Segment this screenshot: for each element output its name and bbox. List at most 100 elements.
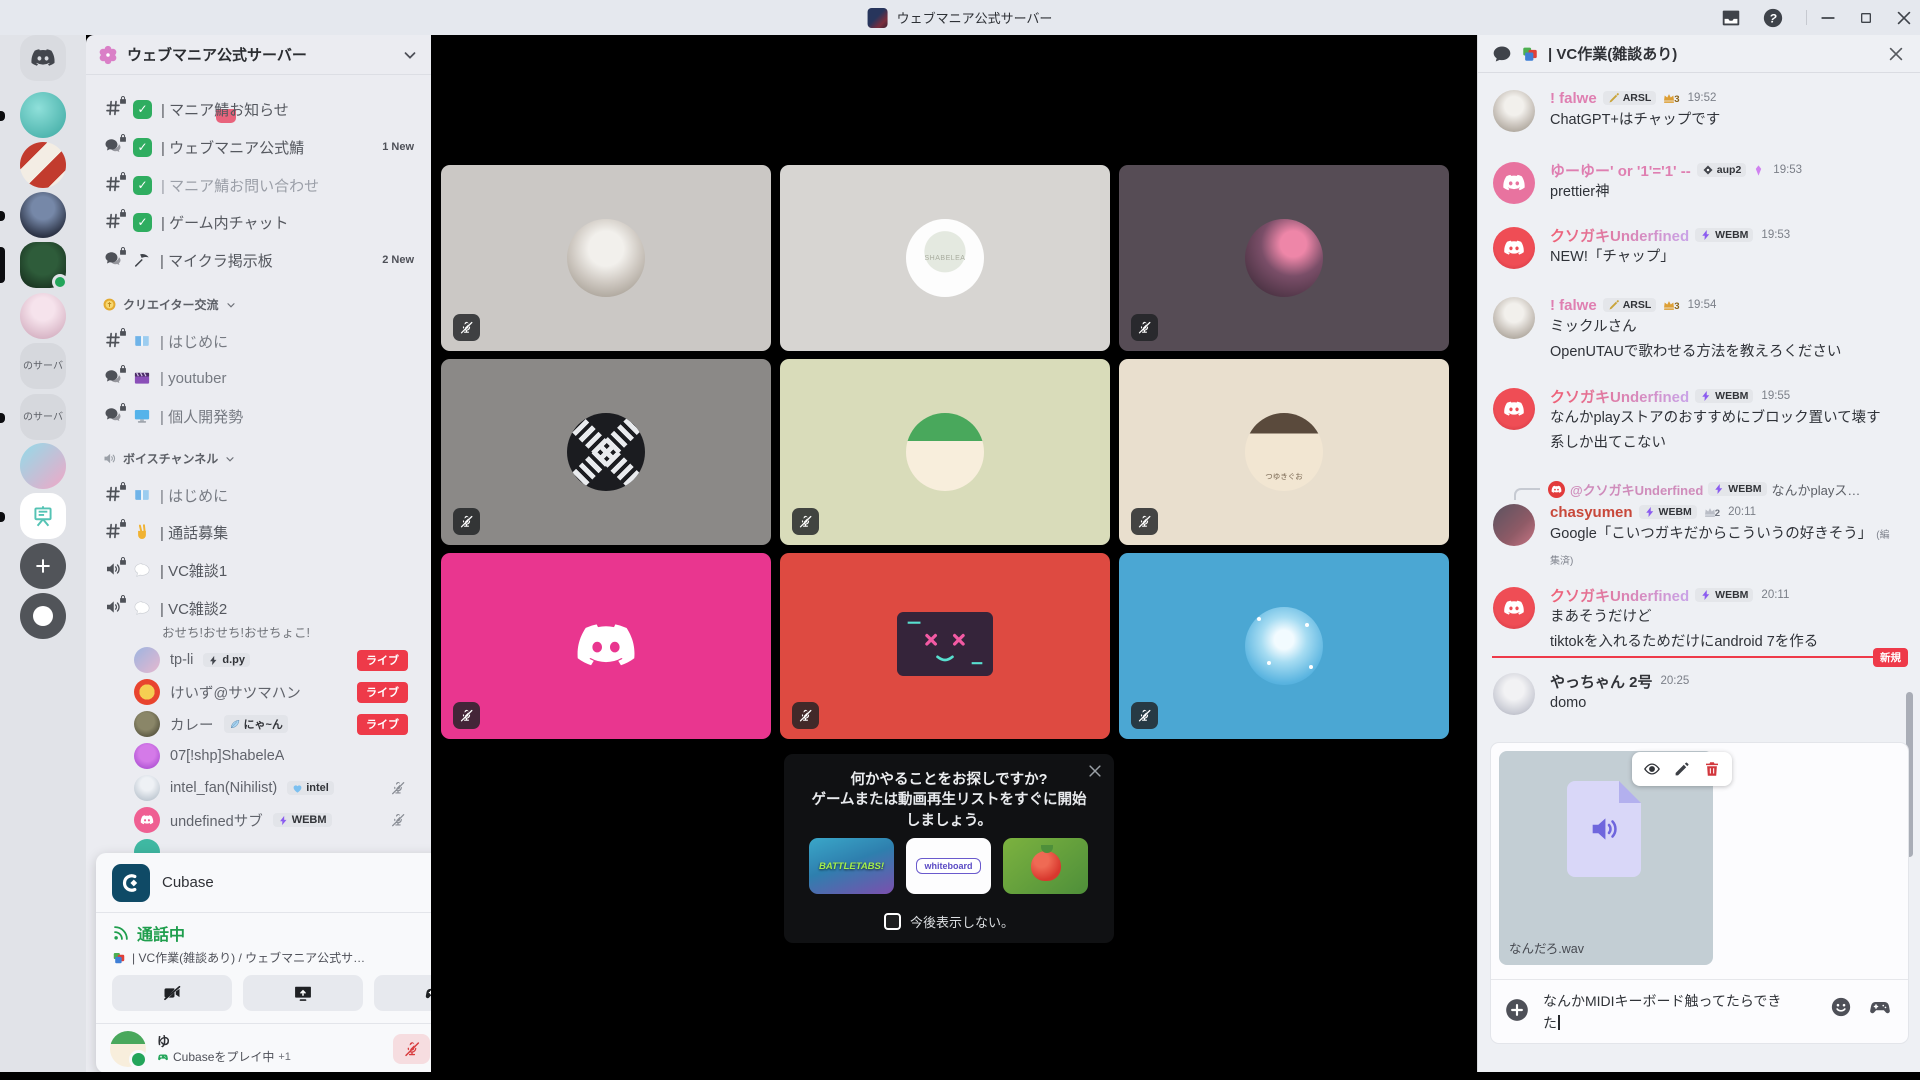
server-icon-6[interactable] [20, 493, 66, 539]
avatar[interactable] [1493, 673, 1535, 715]
channel-call-recruit[interactable]: | 通話募集 [94, 515, 424, 549]
activity-button[interactable] [374, 975, 431, 1011]
camera-button[interactable] [112, 975, 232, 1011]
discord-logo-icon [1503, 398, 1525, 420]
server-icon-3[interactable] [20, 192, 66, 238]
message-text: tiktokを入れるためだけにandroid 7を作る [1550, 630, 1895, 655]
video-tile-3[interactable] [1119, 165, 1449, 351]
video-tile-falwe[interactable] [441, 165, 771, 351]
arsl-badge: ARSL [1603, 298, 1657, 312]
message-author[interactable]: ! falwe [1550, 90, 1597, 107]
reply-context[interactable]: @クソガキUnderfined WEBM なんかplayス… [1478, 478, 1920, 500]
server-folder-1[interactable]: のサーバ [20, 343, 66, 389]
server-icon-active[interactable] [20, 242, 66, 288]
voice-user-shabelea[interactable]: 07[!shp]ShabeleA [126, 741, 422, 771]
channel-youtuber[interactable]: | youtuber [94, 361, 424, 395]
discord-logo-icon [30, 45, 56, 71]
server-icon-4[interactable] [20, 293, 66, 339]
check-icon [133, 138, 152, 157]
server-icon-5[interactable] [20, 443, 66, 489]
user-avatar[interactable] [110, 1031, 146, 1067]
delete-icon[interactable] [1703, 760, 1721, 778]
reply-author[interactable]: @クソガキUnderfined [1570, 480, 1703, 499]
edit-icon[interactable] [1673, 760, 1691, 778]
video-tile-8[interactable] [780, 553, 1110, 739]
channel-voice-hajimeni[interactable]: | はじめに [94, 478, 424, 512]
avatar[interactable] [1493, 162, 1535, 204]
checkbox[interactable] [884, 913, 901, 930]
message-author[interactable]: クソガキUnderfined [1550, 585, 1689, 606]
close-chat-icon[interactable] [1886, 44, 1906, 64]
channel-mania-announce[interactable]: | マニア鯖お知らせ [94, 92, 424, 126]
category-creator[interactable]: クリエイター交流 [102, 296, 237, 313]
server-header[interactable]: ウェブマニア公式サーバー [86, 35, 431, 75]
voice-user-intel-fan[interactable]: intel_fan(Nihilist) intel [126, 773, 422, 803]
channel-webmania-official[interactable]: | ウェブマニア公式鯖 1 New [94, 130, 424, 164]
minimize-button[interactable] [1818, 8, 1838, 28]
avatar[interactable] [1493, 388, 1535, 430]
checkbox-label: 今後表示しない。 [910, 912, 1014, 931]
message-author[interactable]: クソガキUnderfined [1550, 225, 1689, 246]
maximize-button[interactable] [1858, 10, 1874, 26]
call-status: 通話中 [137, 921, 185, 945]
avatar[interactable] [1493, 227, 1535, 269]
avatar[interactable] [1493, 297, 1535, 339]
hash-lock-icon [104, 175, 124, 195]
activity-whiteboard[interactable]: whiteboard [906, 838, 991, 894]
message-author[interactable]: やっちゃん 2号 [1550, 671, 1653, 692]
window-titlebar: ウェブマニア公式サーバー ? [0, 0, 1920, 35]
message-author[interactable]: ゆーゆー' or '1'='1' -- [1550, 160, 1691, 181]
voice-user-curry[interactable]: カレー にゃ~ん ライブ [126, 709, 422, 739]
message-input[interactable]: なんかMIDIキーボード触ってたらできた [1543, 990, 1795, 1034]
channel-vc-zatsudan2[interactable]: | VC雑談2 [94, 591, 424, 625]
reply-spine [1514, 488, 1540, 500]
channel-vc-zatsudan1[interactable]: | VC雑談1 [94, 553, 424, 587]
channel-indie-dev[interactable]: | 個人開発勢 [94, 399, 424, 433]
channel-creator-hajimeni[interactable]: | はじめに [94, 324, 424, 358]
dont-show-again-checkbox[interactable]: 今後表示しない。 [784, 912, 1114, 931]
avatar[interactable] [1493, 587, 1535, 629]
video-tile-yu[interactable] [780, 359, 1110, 545]
message-author[interactable]: chasyumen [1550, 504, 1633, 521]
video-tile-4[interactable] [441, 359, 771, 545]
server-icon-2[interactable] [20, 142, 66, 188]
attach-button[interactable] [1504, 997, 1530, 1023]
emoji-button[interactable] [1830, 996, 1852, 1018]
add-server-button[interactable] [20, 543, 66, 589]
message-input-row[interactable]: なんかMIDIキーボード触ってたらできた [1491, 979, 1908, 1043]
gift-activity-button[interactable] [1868, 995, 1892, 1019]
avatar[interactable] [1493, 504, 1535, 546]
message-author[interactable]: クソガキUnderfined [1550, 386, 1689, 407]
voice-user-keizu[interactable]: けいず@サツマハン ライブ [126, 677, 422, 707]
crown-badge: 2 [1703, 505, 1720, 519]
video-tile-9[interactable] [1119, 553, 1449, 739]
avatar[interactable] [1493, 90, 1535, 132]
live-badge: ライブ [357, 682, 408, 703]
voice-user-undefined-sub[interactable]: undefinedサブ WEBM [126, 805, 422, 835]
call-channel-row[interactable]: | VC作業(雑談あり) / ウェブマニア公式サ… [112, 949, 412, 966]
message-author[interactable]: ! falwe [1550, 297, 1597, 314]
close-button[interactable] [1894, 8, 1914, 28]
screenshare-button[interactable] [243, 975, 363, 1011]
activity-berry-game[interactable] [1003, 838, 1088, 894]
user-bar: ゆ Cubaseをプレイ中 +1 [96, 1025, 431, 1073]
discord-home-button[interactable] [20, 35, 66, 81]
server-icon-1[interactable] [20, 92, 66, 138]
category-voice[interactable]: ボイスチャンネル [102, 450, 236, 467]
explore-servers-button[interactable] [20, 593, 66, 639]
inbox-icon[interactable] [1720, 7, 1742, 29]
webm-badge: WEBM [1639, 505, 1697, 519]
activity-battletabs[interactable]: BATTLETABS! [809, 838, 894, 894]
help-icon[interactable]: ? [1762, 7, 1784, 29]
mic-mute-button[interactable] [393, 1034, 430, 1064]
channel-minecraft-board[interactable]: | マイクラ掲示板 2 New [94, 243, 424, 277]
speaker-lock-icon [104, 560, 124, 580]
video-tile-shabelea[interactable]: SHABELEA [780, 165, 1110, 351]
video-tile-6[interactable]: つゆきぐお [1119, 359, 1449, 545]
voice-user-tp-li[interactable]: tp-li d.py ライブ [126, 645, 422, 675]
channel-ingame-chat[interactable]: | ゲーム内チャット [94, 205, 424, 239]
video-tile-7[interactable] [441, 553, 771, 739]
server-folder-2[interactable]: のサーバ [20, 394, 66, 440]
channel-mania-contact[interactable]: | マニア鯖お問い合わせ [94, 168, 424, 202]
spoiler-icon[interactable] [1643, 760, 1661, 778]
